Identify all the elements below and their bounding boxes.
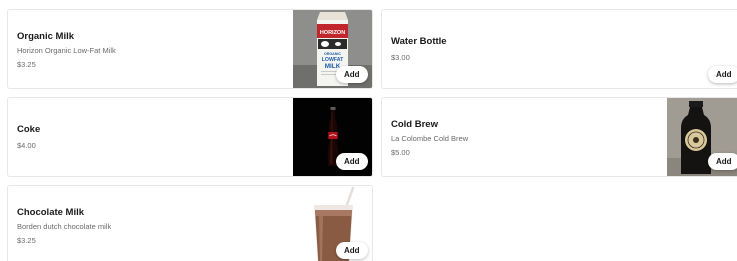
add-button[interactable]: Add [708, 153, 737, 170]
item-info: Organic Milk Horizon Organic Low-Fat Mil… [17, 31, 116, 69]
menu-item-card[interactable]: Cold Brew La Colombe Cold Brew $5.00 Add [381, 97, 737, 177]
add-button[interactable]: Add [708, 66, 737, 83]
add-button[interactable]: Add [336, 66, 368, 83]
item-price: $3.00 [391, 53, 410, 62]
item-info: Chocolate Milk Borden dutch chocolate mi… [17, 207, 111, 245]
item-price: $3.25 [17, 236, 36, 245]
carton-brand-text: HORIZON [320, 30, 345, 36]
item-description: Borden dutch chocolate milk [17, 222, 112, 231]
item-price: $4.00 [17, 141, 36, 150]
item-name: Organic Milk [17, 31, 75, 42]
add-button[interactable]: Add [336, 153, 368, 170]
item-name: Chocolate Milk [17, 207, 85, 218]
menu-item-card[interactable]: Water Bottle $3.00 Add [381, 9, 737, 89]
item-description: La Colombe Cold Brew [391, 134, 469, 143]
add-button[interactable]: Add [336, 242, 368, 259]
menu-item-card[interactable]: Organic Milk Horizon Organic Low-Fat Mil… [7, 9, 373, 89]
item-info: Cold Brew La Colombe Cold Brew $5.00 [391, 119, 468, 157]
carton-organic-text: ORGANIC [324, 52, 341, 56]
item-price: $3.25 [17, 60, 36, 69]
item-name: Water Bottle [391, 36, 447, 47]
item-name: Cold Brew [391, 119, 438, 130]
item-description: Horizon Organic Low-Fat Milk [17, 46, 116, 55]
item-info: Water Bottle $3.00 [391, 36, 447, 62]
item-info: Coke $4.00 [17, 124, 40, 150]
item-price: $5.00 [391, 148, 410, 157]
item-name: Coke [17, 124, 41, 135]
menu-item-card[interactable]: Chocolate Milk Borden dutch chocolate mi… [7, 185, 373, 261]
menu-item-card[interactable]: Coke $4.00 Add [7, 97, 373, 177]
